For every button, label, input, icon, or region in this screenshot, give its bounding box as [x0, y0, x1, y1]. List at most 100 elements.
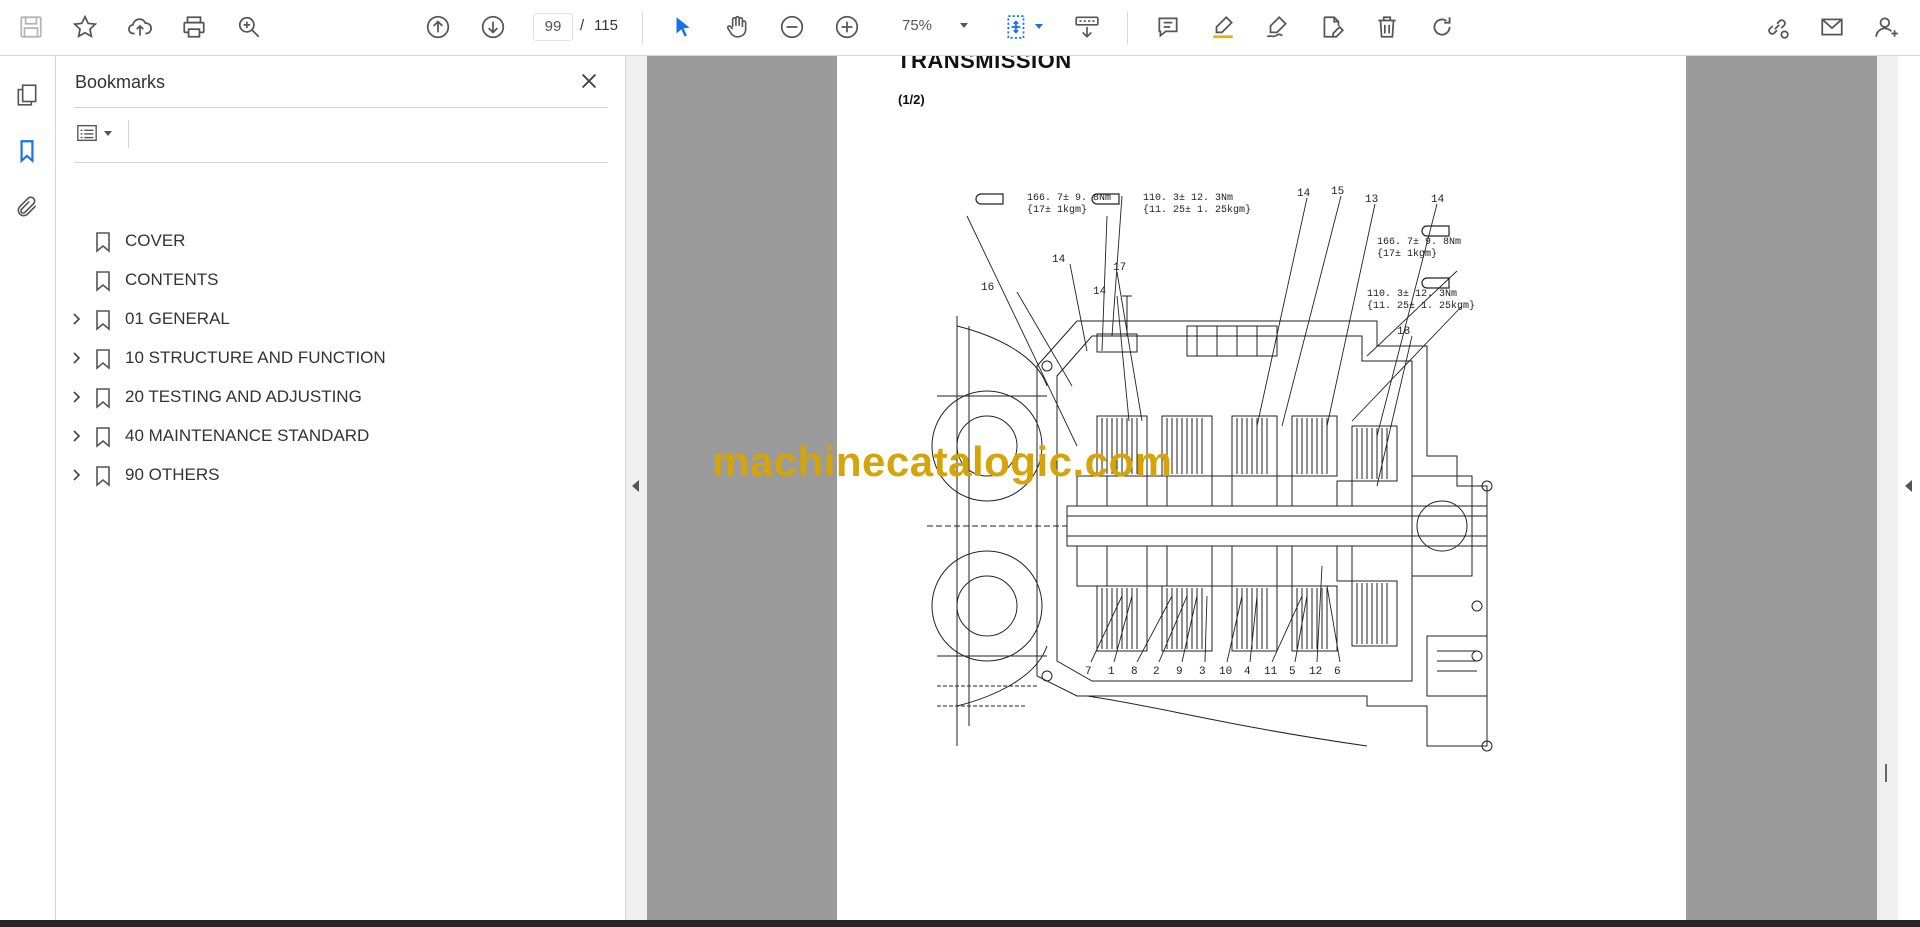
callout-number: 11	[1264, 666, 1278, 678]
share-link-icon[interactable]	[1762, 12, 1792, 42]
page-total: 115	[594, 17, 618, 34]
zoom-out-icon[interactable]	[777, 12, 807, 42]
page-number-input[interactable]: 99	[533, 13, 573, 41]
scrollbar-thumb[interactable]	[1885, 764, 1887, 782]
main-toolbar: 99 / 115 75%	[0, 0, 1920, 56]
divider	[128, 120, 129, 148]
chevron-right-icon[interactable]	[68, 311, 84, 327]
search-zoom-icon[interactable]	[234, 12, 264, 42]
chevron-left-icon	[632, 480, 639, 492]
mail-icon[interactable]	[1817, 12, 1847, 42]
star-icon[interactable]	[70, 12, 100, 42]
bookmark-icon	[96, 271, 110, 292]
chevron-down-icon	[960, 23, 968, 28]
close-icon[interactable]	[576, 68, 602, 94]
print-icon[interactable]	[179, 12, 209, 42]
callout-number: 8	[1131, 666, 1138, 678]
hand-icon[interactable]	[722, 12, 752, 42]
pdf-page: TRANSMISSION (1/2) 166. 7± 9. 8Nm {17± 1…	[837, 56, 1686, 920]
select-cursor-icon[interactable]	[668, 12, 698, 42]
callout-number: 13	[1365, 194, 1378, 206]
toolbar-divider	[1127, 12, 1128, 44]
bookmark-item-40-maintenance[interactable]: 40 MAINTENANCE STANDARD	[56, 421, 616, 451]
bookmark-item-90-others[interactable]: 90 OTHERS	[56, 460, 616, 490]
bookmark-item-10-structure[interactable]: 10 STRUCTURE AND FUNCTION	[56, 343, 616, 373]
save-icon[interactable]	[16, 12, 46, 42]
bookmark-label: 10 STRUCTURE AND FUNCTION	[125, 348, 386, 367]
bookmark-icon	[96, 388, 110, 409]
zoom-value: 75%	[902, 17, 933, 34]
bookmark-label: 90 OTHERS	[125, 465, 220, 484]
attachment-icon[interactable]	[12, 192, 42, 222]
bookmark-label: 01 GENERAL	[125, 309, 230, 328]
bookmark-panel-icon[interactable]	[12, 136, 42, 166]
callout-number: 2	[1153, 666, 1160, 678]
vertical-scrollbar[interactable]	[1877, 56, 1898, 920]
chevron-right-icon[interactable]	[68, 428, 84, 444]
bookmark-item-contents[interactable]: CONTENTS	[56, 265, 616, 295]
bookmark-options-button[interactable]	[74, 120, 122, 146]
bookmarks-panel: Bookmarks COVER CONTENTS 01 GENERAL 10 S…	[56, 56, 626, 920]
fit-page-icon[interactable]	[1002, 12, 1032, 42]
bookmark-item-01-general[interactable]: 01 GENERAL	[56, 304, 616, 334]
draw-icon[interactable]	[1262, 12, 1292, 42]
bookmark-icon	[96, 310, 110, 331]
panel-collapse-handle[interactable]	[626, 56, 647, 920]
callout-number: 14	[1431, 194, 1445, 206]
callout-number: 14	[1093, 286, 1107, 298]
scroll-mode-icon[interactable]	[1072, 12, 1102, 42]
chevron-right-icon[interactable]	[68, 350, 84, 366]
comment-icon[interactable]	[1153, 12, 1183, 42]
highlight-icon[interactable]	[1208, 12, 1238, 42]
bookmark-icon	[96, 349, 110, 370]
page-heading: TRANSMISSION	[897, 56, 1072, 73]
left-rail	[0, 56, 56, 920]
page-up-icon[interactable]	[423, 12, 453, 42]
chevron-right-icon[interactable]	[68, 467, 84, 483]
delete-icon[interactable]	[1372, 12, 1402, 42]
torque-label: 110. 3± 12. 3Nm	[1143, 193, 1233, 204]
bookmark-item-cover[interactable]: COVER	[56, 226, 616, 256]
document-viewer[interactable]: TRANSMISSION (1/2) 166. 7± 9. 8Nm {17± 1…	[647, 56, 1877, 920]
list-options-icon	[77, 124, 97, 142]
callout-number: 17	[1113, 262, 1126, 274]
page-down-icon[interactable]	[478, 12, 508, 42]
panel-title: Bookmarks	[75, 72, 166, 92]
divider	[74, 107, 608, 108]
fill-sign-icon[interactable]	[1317, 12, 1347, 42]
rotate-icon[interactable]	[1427, 12, 1457, 42]
torque-label: 110. 3± 12. 3Nm	[1367, 289, 1457, 300]
upload-cloud-icon[interactable]	[125, 12, 155, 42]
torque-label: {17± 1kgm}	[1027, 204, 1087, 216]
bookmark-item-20-testing[interactable]: 20 TESTING AND ADJUSTING	[56, 382, 616, 412]
page-subheading: (1/2)	[898, 92, 925, 107]
bookmark-label: COVER	[125, 231, 186, 250]
bookmark-icon	[96, 427, 110, 448]
callout-number: 9	[1176, 666, 1183, 678]
right-panel-toggle[interactable]	[1898, 56, 1920, 920]
chevron-left-icon	[1905, 480, 1912, 492]
torque-label: 166. 7± 9. 8Nm	[1027, 193, 1111, 204]
zoom-select[interactable]: 75%	[880, 13, 972, 39]
torque-label: {17± 1kgm}	[1377, 248, 1437, 260]
chevron-down-icon[interactable]	[1035, 24, 1043, 29]
torque-label: {11. 25± 1. 25kgm}	[1367, 300, 1475, 312]
callout-number: 16	[981, 282, 994, 294]
pages-thumbnail-icon[interactable]	[12, 80, 42, 110]
page-separator: /	[580, 17, 585, 34]
chevron-right-icon[interactable]	[68, 389, 84, 405]
callout-number: 14	[1052, 254, 1066, 266]
toolbar-divider	[642, 12, 643, 44]
callout-number: 4	[1244, 666, 1251, 678]
taskbar-strip	[0, 920, 1920, 927]
zoom-in-icon[interactable]	[832, 12, 862, 42]
chevron-down-icon	[104, 130, 112, 136]
bookmark-label: CONTENTS	[125, 270, 219, 289]
callout-number: 1	[1108, 666, 1115, 678]
watermark-text: machinecatalogic.com	[712, 438, 1173, 485]
bookmark-icon	[96, 466, 110, 487]
torque-label: {11. 25± 1. 25kgm}	[1143, 204, 1251, 216]
account-icon[interactable]	[1872, 12, 1902, 42]
callout-number: 10	[1219, 666, 1232, 678]
callout-number: 6	[1334, 666, 1341, 678]
